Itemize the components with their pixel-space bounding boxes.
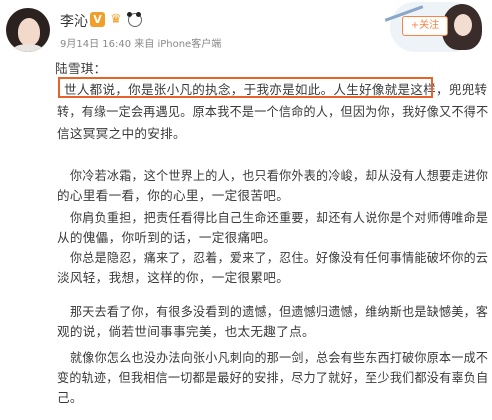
crown-icon: ♛	[110, 12, 122, 27]
post-text-line: 就像你怎么也没办法向张小凡刺向的那一剑，总会有些东西打破你原本一成不	[70, 350, 489, 365]
post-text-line: 淡风轻，我想，这样的你，一定很累吧。	[57, 270, 290, 285]
highlight-box	[58, 77, 433, 98]
post-text-line: 你肩负重担，把责任看得比自己生命还重要，却还有人说你是个对师傅唯命是	[70, 210, 489, 225]
avatar[interactable]	[6, 8, 50, 52]
post-text-line: 从的傀儡，你听到的话，一定很痛吧。	[57, 230, 277, 245]
post-text-line: 观的说，倘若世间事事完美，也太无趣了点。	[57, 324, 315, 339]
post-text-line: 信这冥冥之中的安排。	[57, 126, 186, 141]
post-text-line: 转，有缘一定会再遇见。原本我不是一个信命的人，但因为你，我好像又不得不	[57, 104, 489, 119]
verified-v-icon: V	[90, 12, 105, 27]
post-text-line: 陆雪琪：	[55, 61, 107, 76]
post-text-line: 变的轨迹，但我相信一切都是最好的安排，尽力了就好，至少我们都没有辜负自	[57, 370, 489, 385]
username[interactable]: 李沁	[60, 11, 88, 31]
post-text-line: 那天去看了你，有很多没看到的遗憾，但遗憾归遗憾，维纳斯也是缺憾美，客	[70, 304, 489, 319]
panda-icon	[126, 11, 142, 27]
post-text-line: 你总是隐忍，痛来了，忍着，爱来了，忍住。好像没有任何事情能破坏你的云	[70, 250, 489, 265]
post-meta: 9月14日 16:40 来自 iPhone客户端	[60, 39, 222, 50]
post-text-line: 己。	[57, 390, 83, 405]
follow-button[interactable]: +关注	[402, 16, 448, 36]
post-text-line: 的心里看一看，你的心里，一定很苦吧。	[57, 188, 290, 203]
post-text-line: 你冷若冰霜，这个世界上的人，也只看你外表的冷峻，却从没有人想要走进你	[70, 168, 489, 183]
